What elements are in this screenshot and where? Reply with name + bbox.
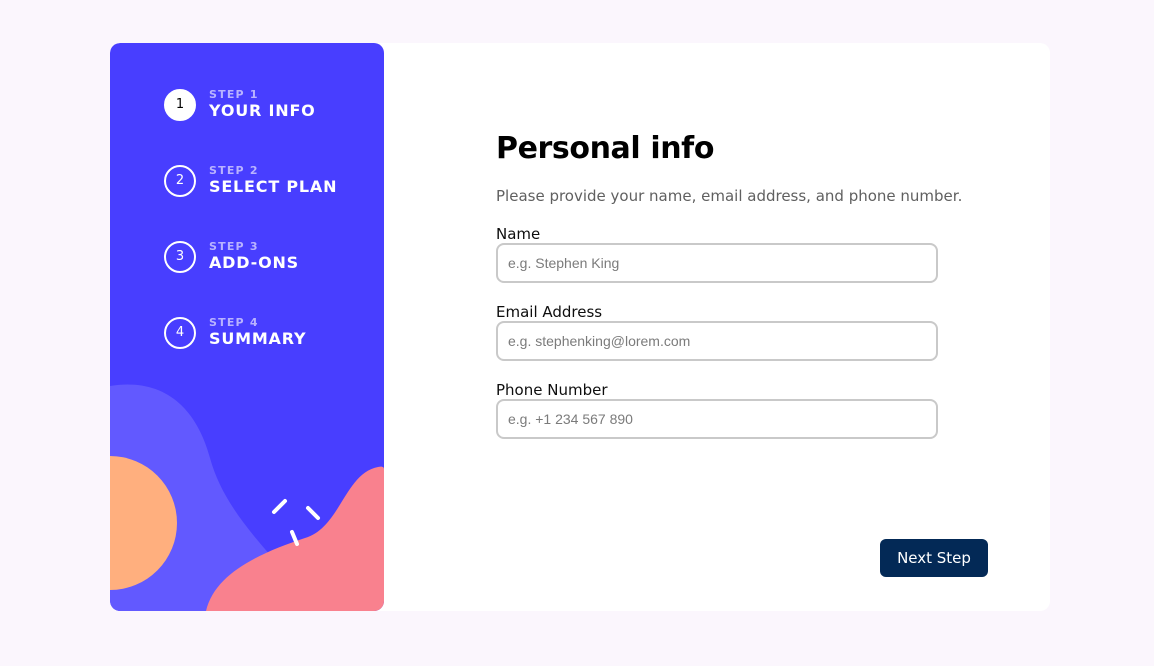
email-input[interactable] bbox=[496, 321, 938, 361]
step-title: YOUR INFO bbox=[209, 101, 316, 120]
phone-input[interactable] bbox=[496, 399, 938, 439]
step-item-select-plan[interactable]: 2 STEP 2 SELECT PLAN bbox=[164, 163, 364, 203]
step-item-summary[interactable]: 4 STEP 4 SUMMARY bbox=[164, 315, 364, 355]
sparkle-line-3 bbox=[290, 530, 299, 546]
step-title: ADD-ONS bbox=[209, 253, 299, 272]
step-number-badge: 3 bbox=[164, 241, 196, 273]
name-input[interactable] bbox=[496, 243, 938, 283]
step-number-badge: 4 bbox=[164, 317, 196, 349]
step-number-badge: 1 bbox=[164, 89, 196, 121]
sparkle-line-2 bbox=[306, 506, 320, 520]
step-caption: STEP 2 bbox=[209, 164, 259, 177]
sidebar: 1 STEP 1 YOUR INFO 2 STEP 2 SELECT PLAN … bbox=[110, 43, 384, 611]
step-item-your-info[interactable]: 1 STEP 1 YOUR INFO bbox=[164, 87, 364, 127]
email-label: Email Address bbox=[496, 303, 603, 321]
sparkle-line-1 bbox=[272, 499, 287, 514]
step-item-add-ons[interactable]: 3 STEP 3 ADD-ONS bbox=[164, 239, 364, 279]
step-caption: STEP 4 bbox=[209, 316, 259, 329]
next-step-button[interactable]: Next Step bbox=[880, 539, 988, 577]
form-card: 1 STEP 1 YOUR INFO 2 STEP 2 SELECT PLAN … bbox=[110, 43, 1050, 611]
step-caption: STEP 3 bbox=[209, 240, 259, 253]
step-title: SUMMARY bbox=[209, 329, 307, 348]
name-label: Name bbox=[496, 225, 541, 243]
page-subtitle: Please provide your name, email address,… bbox=[496, 187, 963, 205]
step-title: SELECT PLAN bbox=[209, 177, 338, 196]
step-caption: STEP 1 bbox=[209, 88, 259, 101]
page-title: Personal info bbox=[496, 131, 715, 166]
step-number-badge: 2 bbox=[164, 165, 196, 197]
phone-label: Phone Number bbox=[496, 381, 608, 399]
